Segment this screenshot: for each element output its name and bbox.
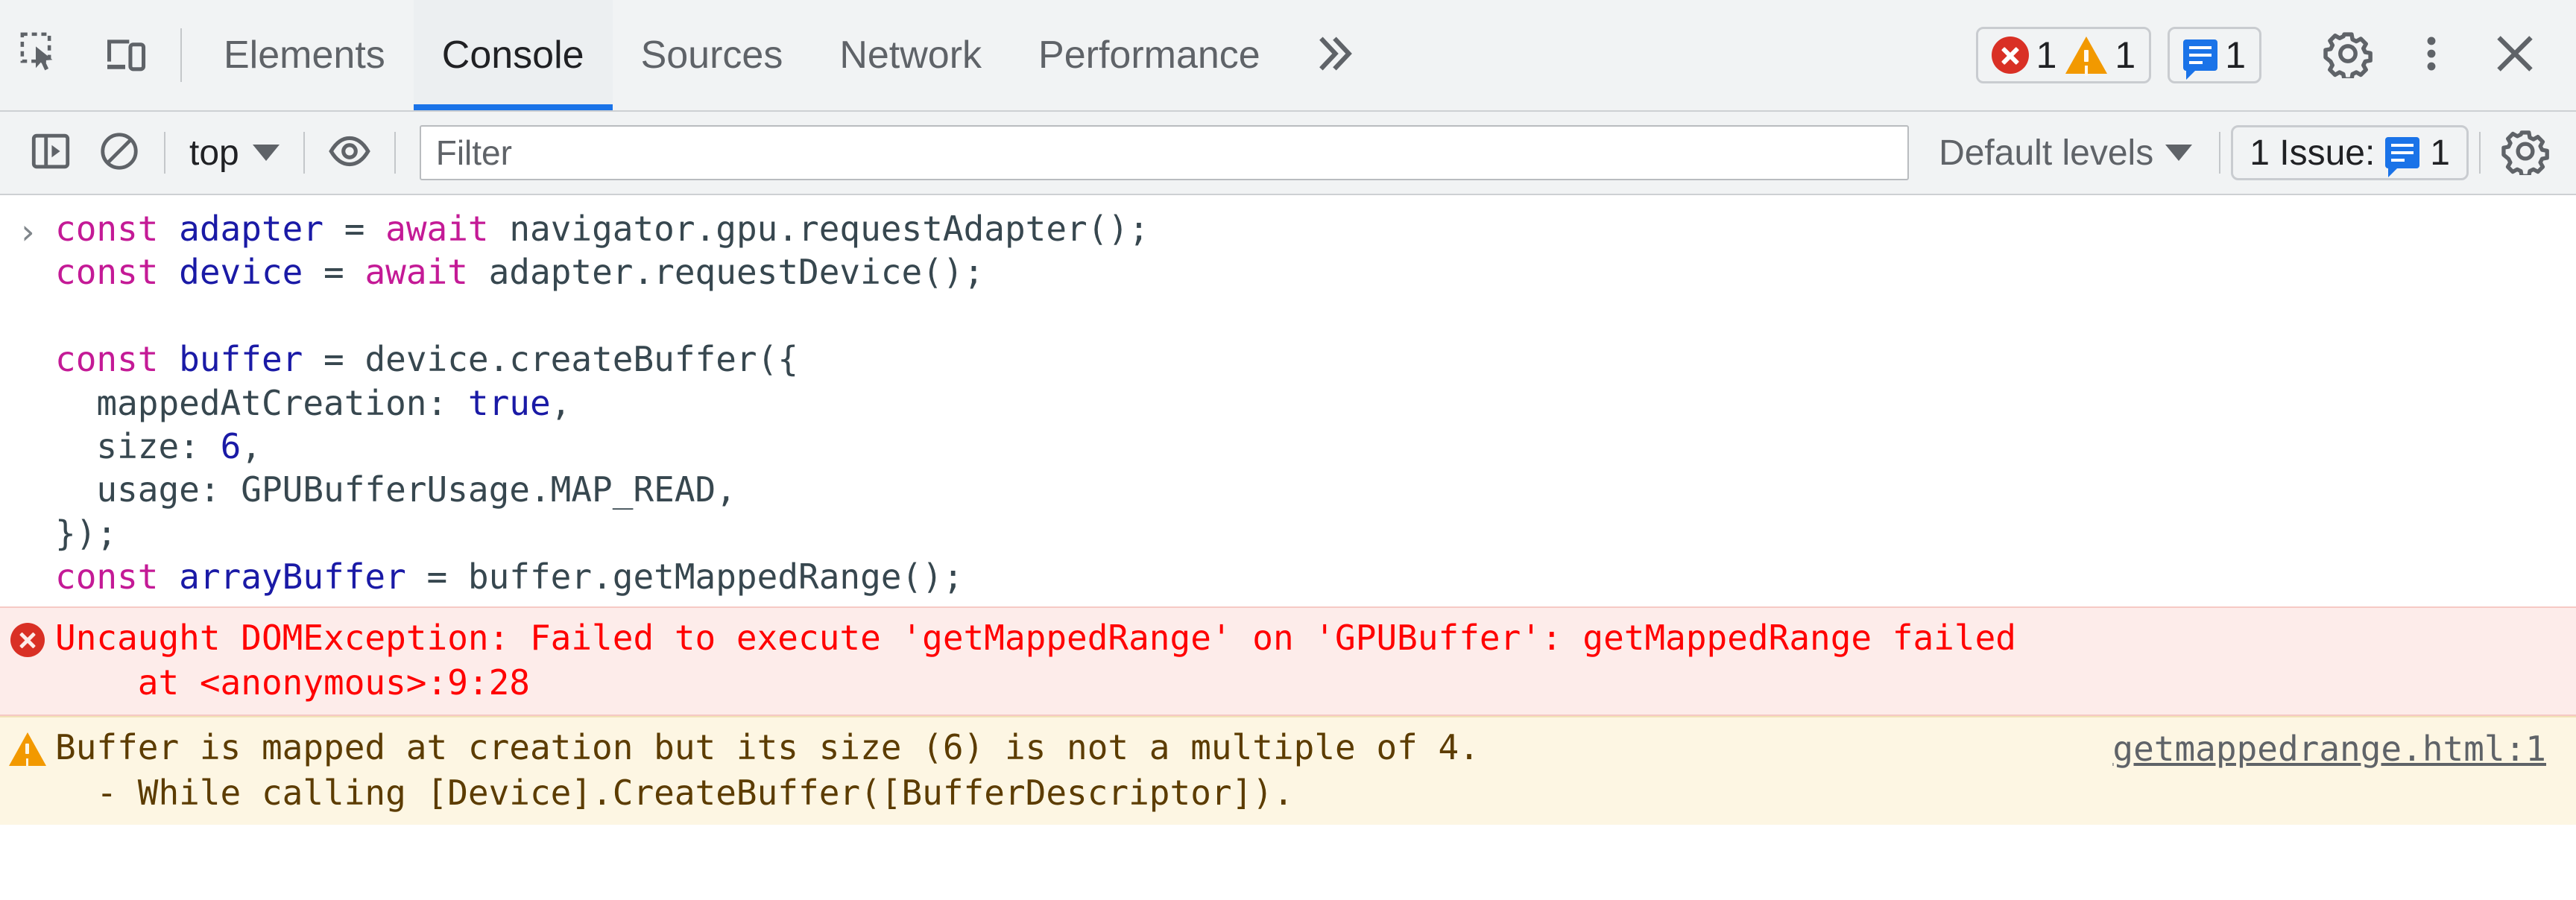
error-icon [1991, 37, 2029, 74]
error-count-label: 1 [2036, 34, 2057, 76]
warning-icon [2065, 37, 2108, 74]
warning-icon [9, 732, 46, 767]
eye-icon [326, 128, 373, 178]
chevron-double-right-icon [1311, 31, 1357, 80]
tab-console[interactable]: Console [413, 0, 613, 110]
toolbar-divider-3 [394, 132, 396, 174]
error-icon-wrap [0, 615, 55, 657]
error-counter[interactable]: 1 [1991, 34, 2057, 77]
issues-counter[interactable]: 1 [2168, 27, 2261, 83]
issue-bubble-icon [2183, 39, 2218, 80]
console-toolbar: top Default levels 1 Issue: 1 [0, 112, 2576, 195]
tabbar-divider [180, 28, 182, 82]
settings-button[interactable] [2306, 29, 2390, 82]
close-icon [2490, 29, 2539, 82]
toolbar-divider-1 [164, 132, 165, 174]
tab-sources[interactable]: Sources [613, 0, 812, 110]
issues-label: 1 Issue: [2250, 133, 2375, 173]
console-sidebar-icon [29, 130, 72, 177]
warning-source-link[interactable]: getmappedrange.html:1 [2112, 725, 2576, 772]
console-warning-message[interactable]: Buffer is mapped at creation but its siz… [0, 716, 2576, 825]
execution-context-selector[interactable]: top [176, 133, 293, 174]
tabbar-right-controls: 1 1 1 [1975, 0, 2576, 110]
execution-context-label: top [189, 133, 239, 173]
log-levels-label: Default levels [1939, 133, 2154, 173]
issues-button[interactable]: 1 Issue: 1 [2231, 125, 2469, 180]
code-line: usage: GPUBufferUsage.MAP_READ, [55, 469, 736, 510]
console-sidebar-toggle-button[interactable] [16, 118, 85, 187]
tab-label: Elements [224, 34, 385, 77]
issues-count-label: 1 [2430, 133, 2450, 173]
error-warning-counter[interactable]: 1 1 [1975, 27, 2152, 83]
tab-network[interactable]: Network [811, 0, 1010, 110]
code-line: size: 6, [55, 426, 262, 467]
code-line: mappedAtCreation: true, [55, 382, 572, 423]
clear-console-button[interactable] [85, 118, 154, 187]
info-count-label: 1 [2225, 34, 2246, 76]
chevron-down-icon [252, 145, 280, 161]
chevron-down-icon [2165, 145, 2193, 161]
warning-message-text: Buffer is mapped at creation but its siz… [55, 727, 1480, 813]
warning-counter[interactable]: 1 [2065, 34, 2135, 77]
code-line: const device = await adapter.requestDevi… [55, 252, 985, 293]
code-line: }); [55, 513, 118, 554]
clear-console-icon [98, 130, 141, 177]
live-expression-button[interactable] [315, 118, 384, 187]
console-settings-gear-icon [2501, 127, 2549, 179]
tab-label: Console [441, 34, 584, 77]
gear-icon [2323, 29, 2373, 82]
tab-performance[interactable]: Performance [1010, 0, 1289, 110]
warning-icon-wrap [0, 725, 55, 767]
console-input-code: const adapter = await navigator.gpu.requ… [55, 207, 1149, 599]
console-settings-button[interactable] [2491, 118, 2560, 187]
log-levels-selector[interactable]: Default levels [1922, 133, 2209, 174]
code-line: const arrayBuffer = buffer.getMappedRang… [55, 557, 964, 598]
close-devtools-button[interactable] [2473, 29, 2557, 82]
tab-label: Performance [1038, 34, 1260, 77]
toolbar-divider-4 [2219, 132, 2221, 174]
toolbar-divider-2 [303, 132, 305, 174]
tab-label: Network [839, 34, 982, 77]
error-message-text: Uncaught DOMException: Failed to execute… [55, 617, 2016, 703]
toolbar-divider-5 [2479, 132, 2481, 174]
info-counter[interactable]: 1 [2183, 34, 2246, 80]
device-toolbar-icon [101, 30, 149, 81]
inspect-element-icon [18, 30, 66, 81]
tab-label: Sources [640, 34, 783, 77]
console-message-list[interactable]: › const adapter = await navigator.gpu.re… [0, 195, 2576, 900]
kebab-menu-icon [2408, 31, 2455, 80]
issue-bubble-icon [2385, 137, 2420, 177]
code-line: const adapter = await navigator.gpu.requ… [55, 209, 1149, 249]
warning-count-label: 1 [2115, 34, 2136, 76]
console-input-entry[interactable]: › const adapter = await navigator.gpu.re… [0, 195, 2576, 606]
more-tabs-button[interactable] [1289, 0, 1380, 110]
device-toolbar-button[interactable] [83, 0, 167, 110]
console-error-message[interactable]: Uncaught DOMException: Failed to execute… [0, 606, 2576, 717]
devtools-tab-bar: Elements Console Sources Network Perform… [0, 0, 2576, 112]
filter-input[interactable] [419, 125, 1910, 180]
code-line: const buffer = device.createBuffer({ [55, 339, 799, 380]
tab-elements[interactable]: Elements [195, 0, 414, 110]
prompt-arrow-icon: › [17, 212, 38, 252]
more-options-button[interactable] [2390, 31, 2473, 80]
inspect-element-button[interactable] [0, 0, 83, 110]
error-icon [10, 622, 45, 657]
